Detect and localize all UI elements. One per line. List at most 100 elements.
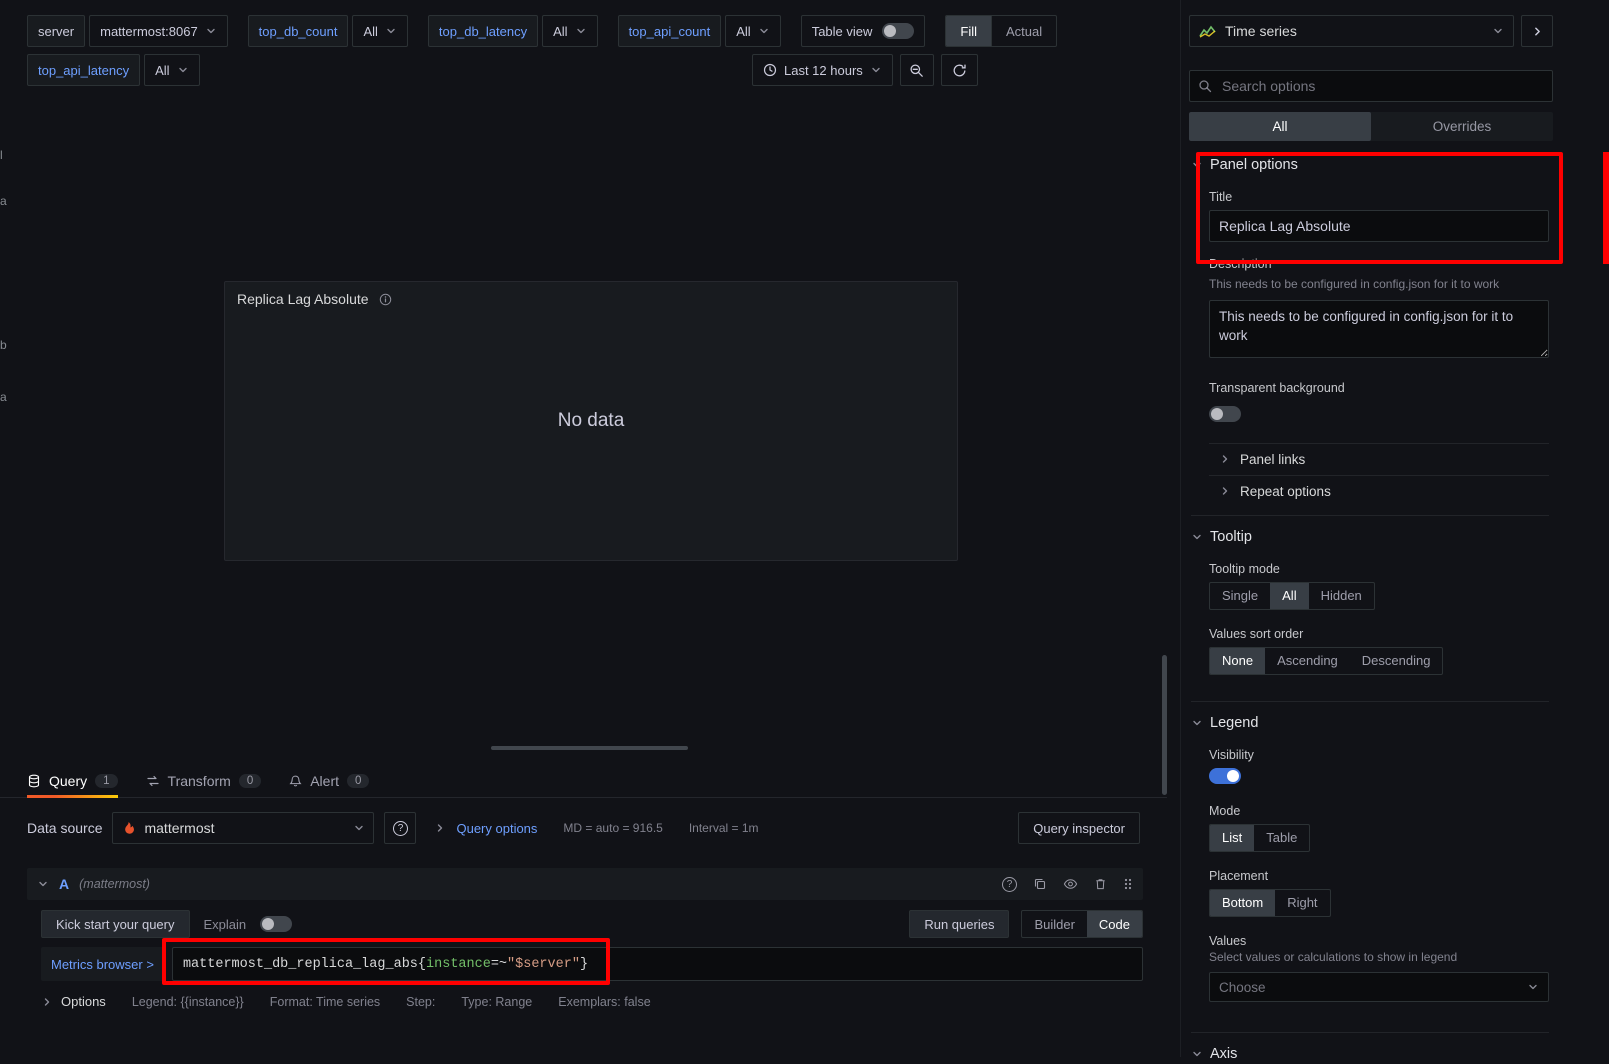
axis-section-header[interactable]: Axis bbox=[1191, 1032, 1549, 1064]
panel-description-textarea[interactable]: This needs to be configured in config.js… bbox=[1209, 300, 1549, 358]
datasource-label: Data source bbox=[27, 820, 102, 836]
tab-alert[interactable]: Alert 0 bbox=[289, 765, 369, 797]
tooltip-mode-label: Tooltip mode bbox=[1209, 562, 1549, 576]
variable-top-api-count: top_api_count All bbox=[618, 15, 781, 47]
editor-tabs: Query 1 Transform 0 Alert 0 bbox=[0, 765, 1167, 798]
fill-option[interactable]: Fill bbox=[946, 16, 992, 46]
format-summary: Format: Time series bbox=[270, 995, 380, 1009]
panel-resize-handle[interactable] bbox=[491, 746, 688, 750]
exemplars-summary: Exemplars: false bbox=[558, 995, 650, 1009]
collapse-sidebar-button[interactable] bbox=[1521, 15, 1553, 47]
panel-options-section: Panel options Title Description This nee… bbox=[1209, 141, 1549, 507]
zoom-out-button[interactable] bbox=[900, 54, 934, 86]
actual-option[interactable]: Actual bbox=[992, 16, 1056, 46]
metrics-browser-link[interactable]: Metrics browser > bbox=[41, 947, 164, 981]
panel-preview[interactable]: Replica Lag Absolute No data bbox=[224, 281, 958, 561]
time-range-picker[interactable]: Last 12 hours bbox=[752, 54, 893, 86]
tab-all[interactable]: All bbox=[1189, 112, 1371, 141]
description-field-label: Description bbox=[1209, 257, 1549, 271]
query-row-header[interactable]: A (mattermost) ? bbox=[27, 868, 1143, 900]
refresh-button[interactable] bbox=[941, 54, 978, 86]
tab-overrides[interactable]: Overrides bbox=[1371, 112, 1553, 141]
transparent-background-label: Transparent background bbox=[1209, 381, 1549, 395]
visualization-picker[interactable]: Time series bbox=[1189, 15, 1514, 47]
variable-top-db-latency-value-dropdown[interactable]: All bbox=[542, 15, 597, 47]
timeseries-chart-icon bbox=[1199, 25, 1216, 38]
tab-query[interactable]: Query 1 bbox=[27, 765, 118, 797]
bell-icon bbox=[289, 774, 302, 788]
time-controls: Last 12 hours bbox=[752, 54, 978, 86]
options-filter-tabs: All Overrides bbox=[1189, 112, 1553, 141]
explain-toggle[interactable] bbox=[260, 916, 292, 932]
legend-values-select[interactable]: Choose bbox=[1209, 972, 1549, 1002]
promql-query-input[interactable]: mattermost_db_replica_lag_abs{instance=~… bbox=[172, 947, 1143, 981]
legend-visibility-toggle[interactable] bbox=[1209, 768, 1241, 784]
sort-none[interactable]: None bbox=[1210, 648, 1265, 674]
sort-ascending[interactable]: Ascending bbox=[1265, 648, 1350, 674]
legend-mode-table[interactable]: Table bbox=[1254, 825, 1309, 851]
drag-handle-icon[interactable] bbox=[1123, 877, 1133, 891]
legend-placement-bottom[interactable]: Bottom bbox=[1210, 890, 1275, 916]
chevron-down-icon bbox=[353, 822, 365, 834]
panel-links-expander[interactable]: Panel links bbox=[1209, 443, 1549, 475]
type-summary: Type: Range bbox=[461, 995, 532, 1009]
code-option[interactable]: Code bbox=[1087, 911, 1142, 937]
query-options-toggle[interactable]: Query options MD = auto = 916.5 Interval… bbox=[434, 821, 758, 836]
toggle-visibility-icon[interactable] bbox=[1063, 877, 1078, 891]
builder-option[interactable]: Builder bbox=[1022, 911, 1086, 937]
variable-top-db-count-value-dropdown[interactable]: All bbox=[352, 15, 407, 47]
duplicate-query-icon[interactable] bbox=[1033, 877, 1047, 891]
variable-top-api-latency-value-dropdown[interactable]: All bbox=[144, 54, 199, 86]
query-help-icon[interactable]: ? bbox=[1002, 877, 1017, 892]
legend-section-header[interactable]: Legend bbox=[1191, 701, 1549, 733]
search-options-input[interactable] bbox=[1189, 70, 1553, 102]
variable-server: server mattermost:8067 bbox=[27, 15, 228, 47]
variable-top-api-count-value-dropdown[interactable]: All bbox=[725, 15, 780, 47]
table-view-toggle[interactable] bbox=[882, 23, 914, 39]
chevron-down-icon bbox=[177, 64, 189, 76]
variable-top-api-count-label: top_api_count bbox=[618, 15, 722, 47]
query-options-summary-row: Options Legend: {{instance}} Format: Tim… bbox=[41, 994, 1143, 1009]
chevron-right-icon bbox=[1219, 453, 1231, 465]
tooltip-section-header[interactable]: Tooltip bbox=[1191, 515, 1549, 547]
chevron-down-icon[interactable] bbox=[37, 878, 49, 890]
tooltip-section: Tooltip Tooltip mode Single All Hidden V… bbox=[1209, 515, 1549, 675]
panel-options-header[interactable]: Panel options bbox=[1191, 141, 1549, 175]
clipped-edge-text: b bbox=[0, 338, 7, 352]
tooltip-mode-single[interactable]: Single bbox=[1210, 583, 1270, 609]
legend-mode-group: List Table bbox=[1209, 824, 1310, 852]
query-inspector-button[interactable]: Query inspector bbox=[1018, 812, 1140, 844]
title-field-label: Title bbox=[1209, 190, 1549, 204]
tooltip-mode-group: Single All Hidden bbox=[1209, 582, 1375, 610]
values-sort-order-group: None Ascending Descending bbox=[1209, 647, 1443, 675]
legend-placement-right[interactable]: Right bbox=[1275, 890, 1329, 916]
query-editor-section: Query 1 Transform 0 Alert 0 Data source … bbox=[0, 765, 1167, 1009]
variable-top-db-count: top_db_count All bbox=[248, 15, 408, 47]
query-row-actions: ? bbox=[1002, 877, 1133, 892]
run-queries-button[interactable]: Run queries bbox=[909, 910, 1009, 938]
datasource-help-button[interactable]: ? bbox=[384, 812, 416, 844]
transparent-background-toggle[interactable] bbox=[1209, 406, 1241, 422]
max-data-points-summary: MD = auto = 916.5 bbox=[563, 821, 662, 835]
kick-start-button[interactable]: Kick start your query bbox=[41, 910, 190, 938]
repeat-options-expander[interactable]: Repeat options bbox=[1209, 475, 1549, 507]
delete-query-icon[interactable] bbox=[1094, 877, 1107, 891]
variable-server-value-dropdown[interactable]: mattermost:8067 bbox=[89, 15, 228, 47]
chevron-right-icon bbox=[434, 822, 446, 834]
tab-transform[interactable]: Transform 0 bbox=[146, 765, 262, 797]
datasource-picker[interactable]: mattermost bbox=[112, 812, 374, 844]
tooltip-mode-all[interactable]: All bbox=[1270, 583, 1308, 609]
chevron-down-icon bbox=[385, 25, 397, 37]
options-expander[interactable]: Options bbox=[41, 994, 106, 1009]
query-options-label: Query options bbox=[456, 821, 537, 836]
sort-descending[interactable]: Descending bbox=[1350, 648, 1443, 674]
options-search bbox=[1189, 70, 1553, 102]
panel-title-input[interactable] bbox=[1209, 210, 1549, 242]
legend-mode-list[interactable]: List bbox=[1210, 825, 1254, 851]
chevron-right-icon bbox=[1219, 485, 1231, 497]
chevron-down-icon bbox=[1191, 717, 1203, 729]
tooltip-mode-hidden[interactable]: Hidden bbox=[1309, 583, 1374, 609]
transform-icon bbox=[146, 774, 160, 788]
query-row-body: Kick start your query Explain Run querie… bbox=[27, 900, 1143, 1009]
clipped-edge-text: a bbox=[0, 390, 7, 404]
